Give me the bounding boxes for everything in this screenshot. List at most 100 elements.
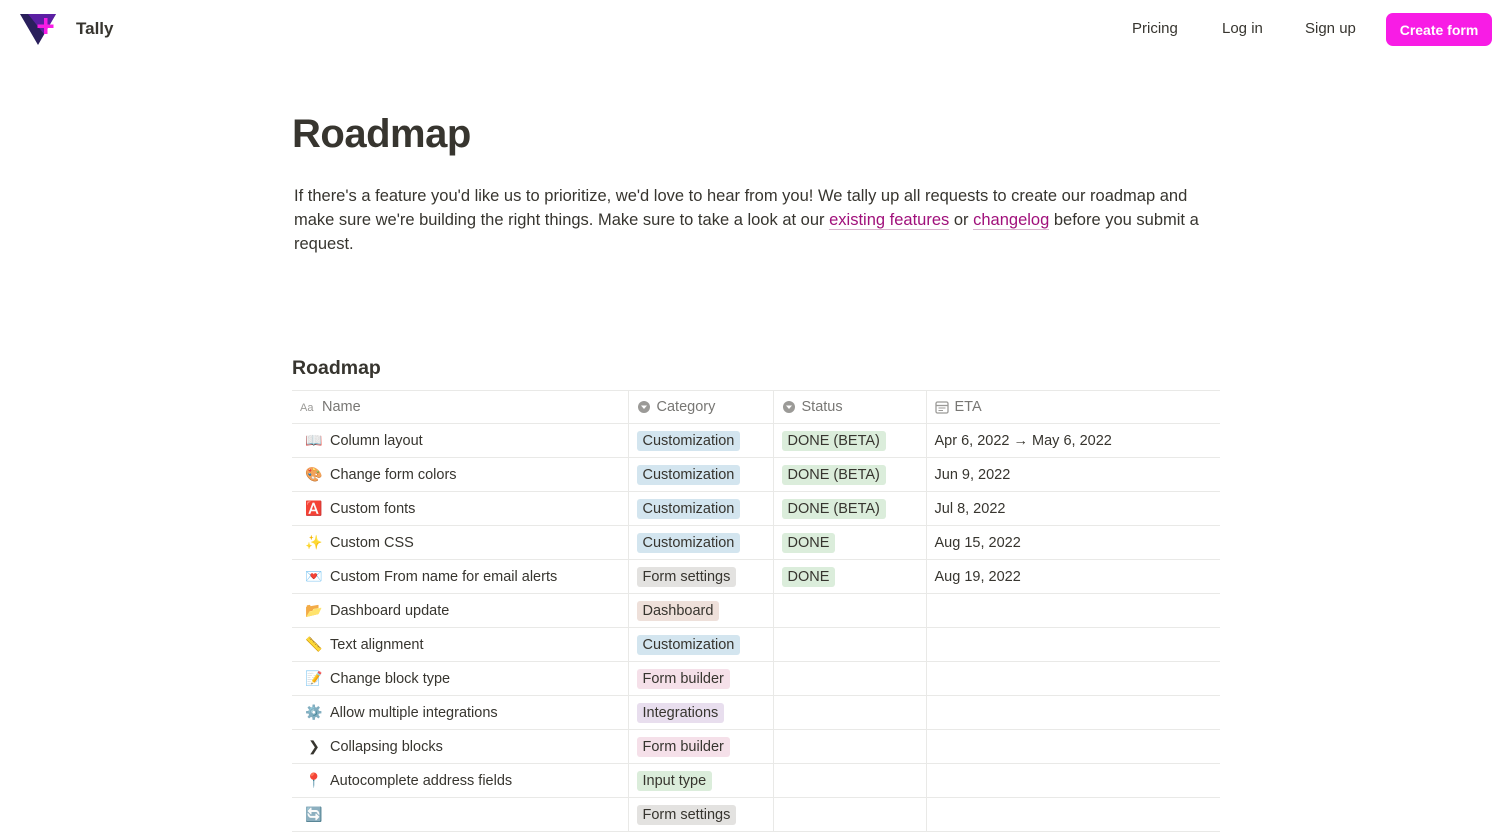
cell-eta[interactable]: [925, 593, 1220, 628]
cell-status[interactable]: DONE (BETA): [772, 491, 926, 526]
column-header-category[interactable]: Category: [627, 390, 773, 424]
table-row[interactable]: ❯ Collapsing blocks Form builder: [292, 729, 1220, 764]
cell-name[interactable]: 📏 Text alignment: [292, 627, 628, 662]
table-row[interactable]: ⚙️ Allow multiple integrations Integration…: [292, 695, 1220, 730]
cell-status[interactable]: DONE (BETA): [772, 423, 926, 458]
cell-category[interactable]: Form settings: [627, 559, 773, 594]
cell-eta[interactable]: [925, 695, 1220, 730]
cell-category[interactable]: Customization: [627, 457, 773, 492]
cell-status[interactable]: [772, 763, 926, 798]
status-tag: DONE (BETA): [781, 464, 886, 485]
roadmap-table: Aa Name Category Status ETA 📖 Column layou…: [292, 390, 1220, 832]
cell-category[interactable]: Form builder: [627, 661, 773, 696]
cell-category[interactable]: Integrations: [627, 695, 773, 730]
cell-eta[interactable]: Aug 15, 2022: [925, 525, 1220, 560]
cell-category[interactable]: Customization: [627, 491, 773, 526]
table-header-row: Aa Name Category Status ETA: [292, 390, 1220, 424]
cell-name[interactable]: ❯ Collapsing blocks: [292, 729, 628, 764]
feature-name: Dashboard update: [330, 603, 450, 619]
cell-eta[interactable]: [925, 763, 1220, 798]
cell-status[interactable]: [772, 661, 926, 696]
cell-status[interactable]: [772, 593, 926, 628]
cell-category[interactable]: Customization: [627, 627, 773, 662]
table-row[interactable]: 🔄 Form settings: [292, 797, 1220, 832]
nav-pricing-link[interactable]: Pricing: [1132, 20, 1178, 37]
cell-category[interactable]: Input type: [627, 763, 773, 798]
cell-eta[interactable]: [925, 627, 1220, 662]
svg-text:Aa: Aa: [300, 402, 314, 414]
feature-name: Change block type: [330, 671, 451, 687]
cell-category[interactable]: Customization: [627, 423, 773, 458]
sparkles-icon: ✨: [305, 534, 323, 550]
cell-status[interactable]: [772, 729, 926, 764]
cell-status[interactable]: DONE (BETA): [772, 457, 926, 492]
cell-eta[interactable]: Aug 19, 2022: [925, 559, 1220, 594]
letter-a-icon: 🅰️: [305, 500, 323, 516]
cell-name[interactable]: ⚙️ Allow multiple integrations: [292, 695, 628, 730]
nav-login-link[interactable]: Log in: [1222, 20, 1263, 37]
tally-logo-icon[interactable]: [20, 12, 56, 46]
column-header-name[interactable]: Aa Name: [292, 390, 628, 424]
roadmap-section-title: Roadmap: [292, 357, 381, 379]
cell-category[interactable]: Customization: [627, 525, 773, 560]
brand-name[interactable]: Tally: [76, 19, 113, 39]
cell-category[interactable]: Form settings: [627, 797, 773, 832]
column-header-label: Category: [656, 399, 716, 415]
table-row[interactable]: 📝 Change block type Form builder: [292, 661, 1220, 696]
roadmap-table-body: 📖 Column layout Customization DONE (BETA) Ap…: [292, 423, 1220, 832]
eta-date: Aug 19, 2022: [934, 568, 1021, 585]
table-row[interactable]: 📏 Text alignment Customization: [292, 627, 1220, 662]
category-tag: Integrations: [636, 702, 725, 723]
cell-status[interactable]: [772, 797, 926, 832]
category-tag: Customization: [636, 430, 741, 451]
feature-name: Column layout: [330, 433, 423, 449]
cell-name[interactable]: 🔄: [292, 797, 628, 832]
cell-eta[interactable]: [925, 661, 1220, 696]
table-row[interactable]: 📖 Column layout Customization DONE (BETA) Ap…: [292, 423, 1220, 458]
cell-name[interactable]: 📍 Autocomplete address fields: [292, 763, 628, 798]
cell-name[interactable]: 💌 Custom From name for email alerts: [292, 559, 628, 594]
table-row[interactable]: 📍 Autocomplete address fields Input type: [292, 763, 1220, 798]
select-property-icon: [637, 401, 650, 414]
cell-status[interactable]: [772, 695, 926, 730]
intro-text-or: or: [949, 211, 974, 229]
category-tag: Form builder: [636, 736, 730, 757]
table-row[interactable]: 🅰️ Custom fonts Customization DONE (BETA) Ju…: [292, 491, 1220, 526]
changelog-link[interactable]: changelog: [973, 211, 1050, 230]
palette-icon: 🎨: [305, 466, 323, 482]
table-row[interactable]: ✨ Custom CSS Customization DONE Aug 15, 2022: [292, 525, 1220, 560]
column-header-eta[interactable]: ETA: [925, 390, 1220, 424]
chevron-right-icon: ❯: [308, 738, 320, 754]
existing-features-link[interactable]: existing features: [829, 211, 950, 230]
cell-name[interactable]: 🅰️ Custom fonts: [292, 491, 628, 526]
cell-name[interactable]: 📂 Dashboard update: [292, 593, 628, 628]
cell-name[interactable]: 🎨 Change form colors: [292, 457, 628, 492]
table-row[interactable]: 🎨 Change form colors Customization DONE (BE…: [292, 457, 1220, 492]
cell-name[interactable]: 📖 Column layout: [292, 423, 628, 458]
status-tag: DONE: [781, 566, 836, 587]
cell-eta[interactable]: [925, 729, 1220, 764]
cell-eta[interactable]: Jun 9, 2022: [925, 457, 1220, 492]
cell-eta[interactable]: [925, 797, 1220, 832]
cell-eta[interactable]: Jul 8, 2022: [925, 491, 1220, 526]
cell-name[interactable]: 📝 Change block type: [292, 661, 628, 696]
page-title: Roadmap: [292, 112, 471, 156]
cell-category[interactable]: Dashboard: [627, 593, 773, 628]
feature-name: Allow multiple integrations: [330, 705, 498, 721]
cell-status[interactable]: [772, 627, 926, 662]
feature-name: Change form colors: [330, 467, 457, 483]
cell-status[interactable]: DONE: [772, 559, 926, 594]
intro-paragraph: If there's a feature you'd like us to pr…: [294, 184, 1224, 256]
top-navigation: Tally Pricing Log in Sign up Create form: [0, 0, 1512, 60]
cell-status[interactable]: DONE: [772, 525, 926, 560]
column-header-status[interactable]: Status: [772, 390, 926, 424]
column-header-label: Status: [801, 399, 843, 415]
category-tag: Customization: [636, 634, 741, 655]
cell-category[interactable]: Form builder: [627, 729, 773, 764]
nav-signup-link[interactable]: Sign up: [1305, 20, 1356, 37]
table-row[interactable]: 💌 Custom From name for email alerts Form s…: [292, 559, 1220, 594]
cell-name[interactable]: ✨ Custom CSS: [292, 525, 628, 560]
table-row[interactable]: 📂 Dashboard update Dashboard: [292, 593, 1220, 628]
cell-eta[interactable]: Apr 6, 2022 → May 6, 2022: [925, 423, 1220, 458]
create-form-button[interactable]: Create form: [1386, 13, 1492, 46]
